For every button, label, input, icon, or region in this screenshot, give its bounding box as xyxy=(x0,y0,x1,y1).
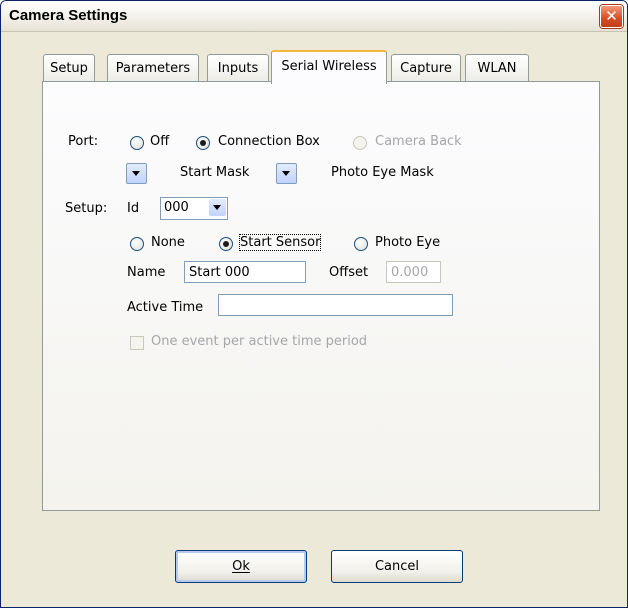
photo-eye-mask-dropdown-button[interactable] xyxy=(276,163,297,184)
id-select[interactable]: 000 xyxy=(160,197,228,220)
ok-button[interactable]: Ok xyxy=(175,550,307,583)
one-event-checkbox[interactable] xyxy=(130,336,144,350)
dialog-title: Camera Settings xyxy=(9,7,128,24)
type-none-label[interactable]: None xyxy=(151,235,185,250)
port-connection-box-radio[interactable] xyxy=(196,136,210,150)
ok-button-label: Ok xyxy=(232,559,250,574)
port-connection-box-label[interactable]: Connection Box xyxy=(218,134,320,149)
type-none-radio[interactable] xyxy=(130,237,144,251)
chevron-down-icon[interactable] xyxy=(209,199,226,216)
port-off-radio[interactable] xyxy=(130,136,144,150)
start-mask-dropdown-button[interactable] xyxy=(126,163,147,184)
type-photo-eye-radio[interactable] xyxy=(354,237,368,251)
active-time-label: Active Time xyxy=(127,300,204,315)
serial-wireless-panel: Port: Off Connection Box Camera Back Sta… xyxy=(42,81,600,511)
active-time-input[interactable] xyxy=(218,294,453,316)
id-label: Id xyxy=(127,201,140,216)
start-mask-label: Start Mask xyxy=(180,165,250,180)
cancel-button[interactable]: Cancel xyxy=(331,550,463,583)
offset-label: Offset xyxy=(329,265,369,280)
name-label: Name xyxy=(127,265,166,280)
tab-wlan[interactable]: WLAN xyxy=(465,54,529,82)
tab-parameters[interactable]: Parameters xyxy=(107,54,199,82)
tab-setup[interactable]: Setup xyxy=(43,54,95,82)
one-event-label[interactable]: One event per active time period xyxy=(151,334,367,349)
port-off-label[interactable]: Off xyxy=(150,134,169,149)
photo-eye-mask-label: Photo Eye Mask xyxy=(331,165,434,180)
close-icon: ✕ xyxy=(605,7,618,25)
type-start-sensor-label[interactable]: Start Sensor xyxy=(238,234,322,251)
tab-serial-wireless[interactable]: Serial Wireless xyxy=(271,50,387,84)
setup-label: Setup: xyxy=(65,201,108,216)
port-label: Port: xyxy=(68,134,99,149)
offset-input[interactable] xyxy=(386,261,441,283)
close-button[interactable]: ✕ xyxy=(600,5,623,28)
port-camera-back-radio[interactable] xyxy=(353,136,367,150)
type-photo-eye-label[interactable]: Photo Eye xyxy=(375,235,440,250)
tab-inputs[interactable]: Inputs xyxy=(207,54,269,82)
type-start-sensor-radio[interactable] xyxy=(219,237,233,251)
title-bar[interactable]: Camera Settings ✕ xyxy=(1,1,627,32)
id-select-value: 000 xyxy=(164,200,189,215)
name-input[interactable] xyxy=(184,261,306,283)
cancel-button-label: Cancel xyxy=(374,559,420,574)
port-camera-back-label[interactable]: Camera Back xyxy=(375,134,462,149)
camera-settings-dialog: Camera Settings ✕ Setup Parameters Input… xyxy=(0,0,628,608)
tab-capture[interactable]: Capture xyxy=(391,54,461,82)
